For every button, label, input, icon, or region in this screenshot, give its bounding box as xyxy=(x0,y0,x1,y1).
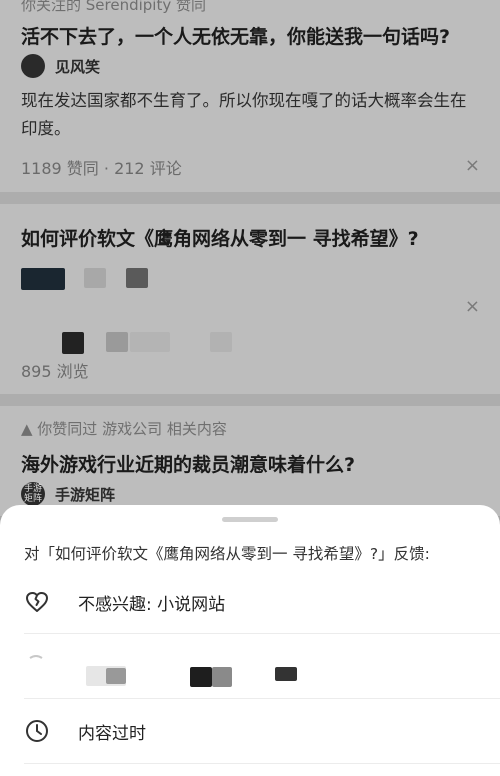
card-title[interactable]: 如何评价软文《鹰角网络从零到一 寻找希望》? xyxy=(21,224,419,251)
card-meta: 你关注的 Serendipity 赞同 xyxy=(21,0,206,14)
blurred-image xyxy=(210,332,232,352)
option-outdated[interactable]: 内容过时 xyxy=(0,699,500,763)
card-stats: 895 浏览 xyxy=(21,362,89,381)
blurred-image xyxy=(126,268,148,288)
feed-card-2[interactable]: 如何评价软文《鹰角网络从零到一 寻找希望》? 895 浏览 × xyxy=(0,204,500,394)
blurred-image xyxy=(62,332,84,354)
close-icon[interactable]: × xyxy=(465,155,480,176)
option-blurred[interactable] xyxy=(0,634,500,698)
author-name[interactable]: 手游矩阵 xyxy=(55,484,115,505)
card-divider xyxy=(0,192,500,204)
card-title[interactable]: 海外游戏行业近期的裁员潮意味着什么? xyxy=(21,450,355,477)
avatar[interactable]: 手游 矩阵 xyxy=(21,482,45,506)
author-name[interactable]: 见风笑 xyxy=(55,56,100,77)
author-row[interactable]: 见风笑 xyxy=(21,54,100,78)
card-meta: ▲ 你赞同过 游戏公司 相关内容 xyxy=(21,420,227,438)
card-title[interactable]: 活不下去了，一个人无依无靠，你能送我一句话吗? xyxy=(21,22,450,49)
blurred-text xyxy=(106,668,126,684)
blurred-option-icon xyxy=(29,655,43,659)
avatar[interactable] xyxy=(21,54,45,78)
feed-card-3[interactable]: ▲ 你赞同过 游戏公司 相关内容 海外游戏行业近期的裁员潮意味着什么? 手游 矩… xyxy=(0,406,500,516)
drag-handle[interactable] xyxy=(222,517,278,522)
card-excerpt[interactable]: 现在发达国家都不生育了。所以你现在嘎了的话大概率会生在印度。 xyxy=(21,87,477,143)
blurred-text xyxy=(275,667,297,681)
close-icon[interactable]: × xyxy=(465,296,480,317)
blurred-image xyxy=(130,332,170,352)
blurred-image xyxy=(84,268,106,288)
card-stats: 1189 赞同 · 212 评论 xyxy=(21,159,182,178)
feed-card-1[interactable]: 你关注的 Serendipity 赞同 活不下去了，一个人无依无靠，你能送我一句… xyxy=(0,0,500,192)
author-row[interactable]: 手游 矩阵 手游矩阵 xyxy=(21,482,115,506)
broken-heart-icon xyxy=(26,592,48,612)
blurred-text xyxy=(212,667,232,687)
sheet-title: 对「如何评价软文《鹰角网络从零到一 寻找希望》?」反馈: xyxy=(24,545,430,563)
clock-icon xyxy=(26,720,48,742)
card-divider xyxy=(0,394,500,406)
option-label: 不感兴趣: 小说网站 xyxy=(78,595,226,615)
option-label: 内容过时 xyxy=(78,724,146,744)
blurred-text xyxy=(190,667,212,687)
divider xyxy=(24,763,500,764)
blurred-image xyxy=(21,268,65,290)
option-not-interested[interactable]: 不感兴趣: 小说网站 xyxy=(0,570,500,634)
feedback-sheet: 对「如何评价软文《鹰角网络从零到一 寻找希望》?」反馈: 不感兴趣: 小说网站 … xyxy=(0,505,500,776)
blurred-image xyxy=(106,332,128,352)
